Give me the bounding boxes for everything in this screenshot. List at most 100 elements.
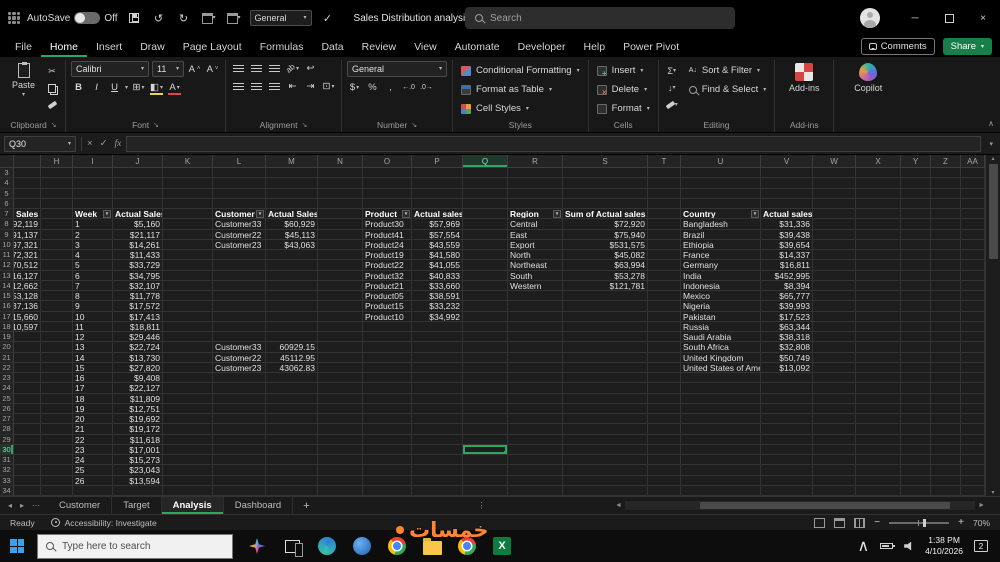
cell-G22[interactable] — [14, 362, 41, 373]
cell-I15[interactable]: 8 — [73, 291, 113, 302]
cell-G24[interactable] — [14, 383, 41, 394]
cell-P7[interactable]: Actual sales — [412, 209, 463, 220]
cell-H13[interactable] — [41, 270, 73, 281]
cell-X11[interactable] — [856, 250, 901, 261]
cell-U16[interactable]: Nigeria — [681, 301, 761, 312]
cell-N7[interactable] — [318, 209, 363, 220]
tab-review[interactable]: Review — [353, 36, 405, 57]
column-header-T[interactable]: T — [648, 155, 681, 168]
cell-L25[interactable] — [213, 393, 266, 404]
normal-view-button[interactable] — [814, 517, 826, 528]
cell-Y18[interactable] — [901, 321, 931, 332]
row-header-33[interactable]: 33 — [0, 475, 14, 486]
cell-J9[interactable]: $21,117 — [113, 229, 163, 240]
notification-icon[interactable]: 2 — [974, 540, 988, 552]
tab-view[interactable]: View — [405, 36, 446, 57]
zoom-slider-thumb[interactable] — [923, 518, 927, 527]
cell-Z5[interactable] — [931, 188, 961, 199]
page-break-view-button[interactable] — [854, 517, 866, 528]
cell-H16[interactable] — [41, 301, 73, 312]
cell-Z3[interactable] — [931, 168, 961, 179]
cell-N15[interactable] — [318, 291, 363, 302]
tray-expand-icon[interactable]: ∧ — [857, 536, 869, 556]
row-header-17[interactable]: 17 — [0, 311, 14, 322]
cell-N5[interactable] — [318, 188, 363, 199]
cell-I4[interactable] — [73, 178, 113, 189]
cell-H19[interactable] — [41, 332, 73, 343]
cell-Z17[interactable] — [931, 311, 961, 322]
cell-R33[interactable] — [508, 475, 563, 486]
cell-Q10[interactable] — [463, 239, 508, 250]
cell-M31[interactable] — [266, 455, 318, 466]
cell-U20[interactable]: South Africa — [681, 342, 761, 353]
cell-Q12[interactable] — [463, 260, 508, 271]
cell-X18[interactable] — [856, 321, 901, 332]
cell-W12[interactable] — [813, 260, 856, 271]
cell-V23[interactable] — [761, 373, 813, 384]
clock[interactable]: 1:38 PM 4/10/2026 — [925, 535, 963, 556]
cell-H6[interactable] — [41, 198, 73, 209]
cell-V21[interactable]: $50,749 — [761, 352, 813, 363]
cell-S33[interactable] — [563, 475, 648, 486]
cell-U8[interactable]: Bangladesh — [681, 219, 761, 230]
cell-Y13[interactable] — [901, 270, 931, 281]
cell-K16[interactable] — [163, 301, 213, 312]
cell-Y12[interactable] — [901, 260, 931, 271]
cell-U18[interactable]: Russia — [681, 321, 761, 332]
cell-J22[interactable]: $27,820 — [113, 362, 163, 373]
tab-formulas[interactable]: Formulas — [251, 36, 313, 57]
cell-Q4[interactable] — [463, 178, 508, 189]
zoom-in-button[interactable]: + — [958, 517, 964, 528]
cell-U11[interactable]: France — [681, 250, 761, 261]
increase-font-button[interactable]: A ˄ — [187, 62, 202, 77]
cell-J28[interactable]: $19,172 — [113, 424, 163, 435]
cell-U15[interactable]: Mexico — [681, 291, 761, 302]
cell-J11[interactable]: $11,433 — [113, 250, 163, 261]
cell-K31[interactable] — [163, 455, 213, 466]
row-header-19[interactable]: 19 — [0, 332, 14, 343]
merge-center-button[interactable]: ⊡ ▾ — [321, 79, 336, 94]
cell-P17[interactable]: $34,992 — [412, 311, 463, 322]
cell-O23[interactable] — [363, 373, 412, 384]
blue-app-icon[interactable] — [351, 535, 373, 557]
cell-U25[interactable] — [681, 393, 761, 404]
cell-H23[interactable] — [41, 373, 73, 384]
cell-L15[interactable] — [213, 291, 266, 302]
cell-I13[interactable]: 6 — [73, 270, 113, 281]
cell-O7[interactable]: Product ▾ — [363, 209, 412, 220]
cell-I6[interactable] — [73, 198, 113, 209]
cell-Y10[interactable] — [901, 239, 931, 250]
cell-AA22[interactable] — [961, 362, 985, 373]
cell-U29[interactable] — [681, 434, 761, 445]
cell-U4[interactable] — [681, 178, 761, 189]
cell-S20[interactable] — [563, 342, 648, 353]
comments-button[interactable]: Comments — [860, 38, 935, 55]
cell-T25[interactable] — [648, 393, 681, 404]
cell-P28[interactable] — [412, 424, 463, 435]
cell-M34[interactable] — [266, 485, 318, 496]
cell-Y15[interactable] — [901, 291, 931, 302]
tab-power-pivot[interactable]: Power Pivot — [614, 36, 688, 57]
cell-U3[interactable] — [681, 168, 761, 179]
cell-M20[interactable]: 60929.15 — [266, 342, 318, 353]
cell-I32[interactable]: 25 — [73, 465, 113, 476]
cell-Y27[interactable] — [901, 414, 931, 425]
cell-G19[interactable] — [14, 332, 41, 343]
cell-H28[interactable] — [41, 424, 73, 435]
cell-K20[interactable] — [163, 342, 213, 353]
cell-O6[interactable] — [363, 198, 412, 209]
cell-P20[interactable] — [412, 342, 463, 353]
cell-U10[interactable]: Ethiopia — [681, 239, 761, 250]
cell-O11[interactable]: Product19 — [363, 250, 412, 261]
cell-G9[interactable]: 91,137 — [14, 229, 41, 240]
cell-Z30[interactable] — [931, 444, 961, 455]
sheet-tab-target[interactable]: Target — [112, 497, 162, 514]
cell-T12[interactable] — [648, 260, 681, 271]
cell-H11[interactable] — [41, 250, 73, 261]
cell-O29[interactable] — [363, 434, 412, 445]
cell-I5[interactable] — [73, 188, 113, 199]
cell-S9[interactable]: $75,940 — [563, 229, 648, 240]
cell-S18[interactable] — [563, 321, 648, 332]
cell-O9[interactable]: Product41 — [363, 229, 412, 240]
cell-M26[interactable] — [266, 403, 318, 414]
